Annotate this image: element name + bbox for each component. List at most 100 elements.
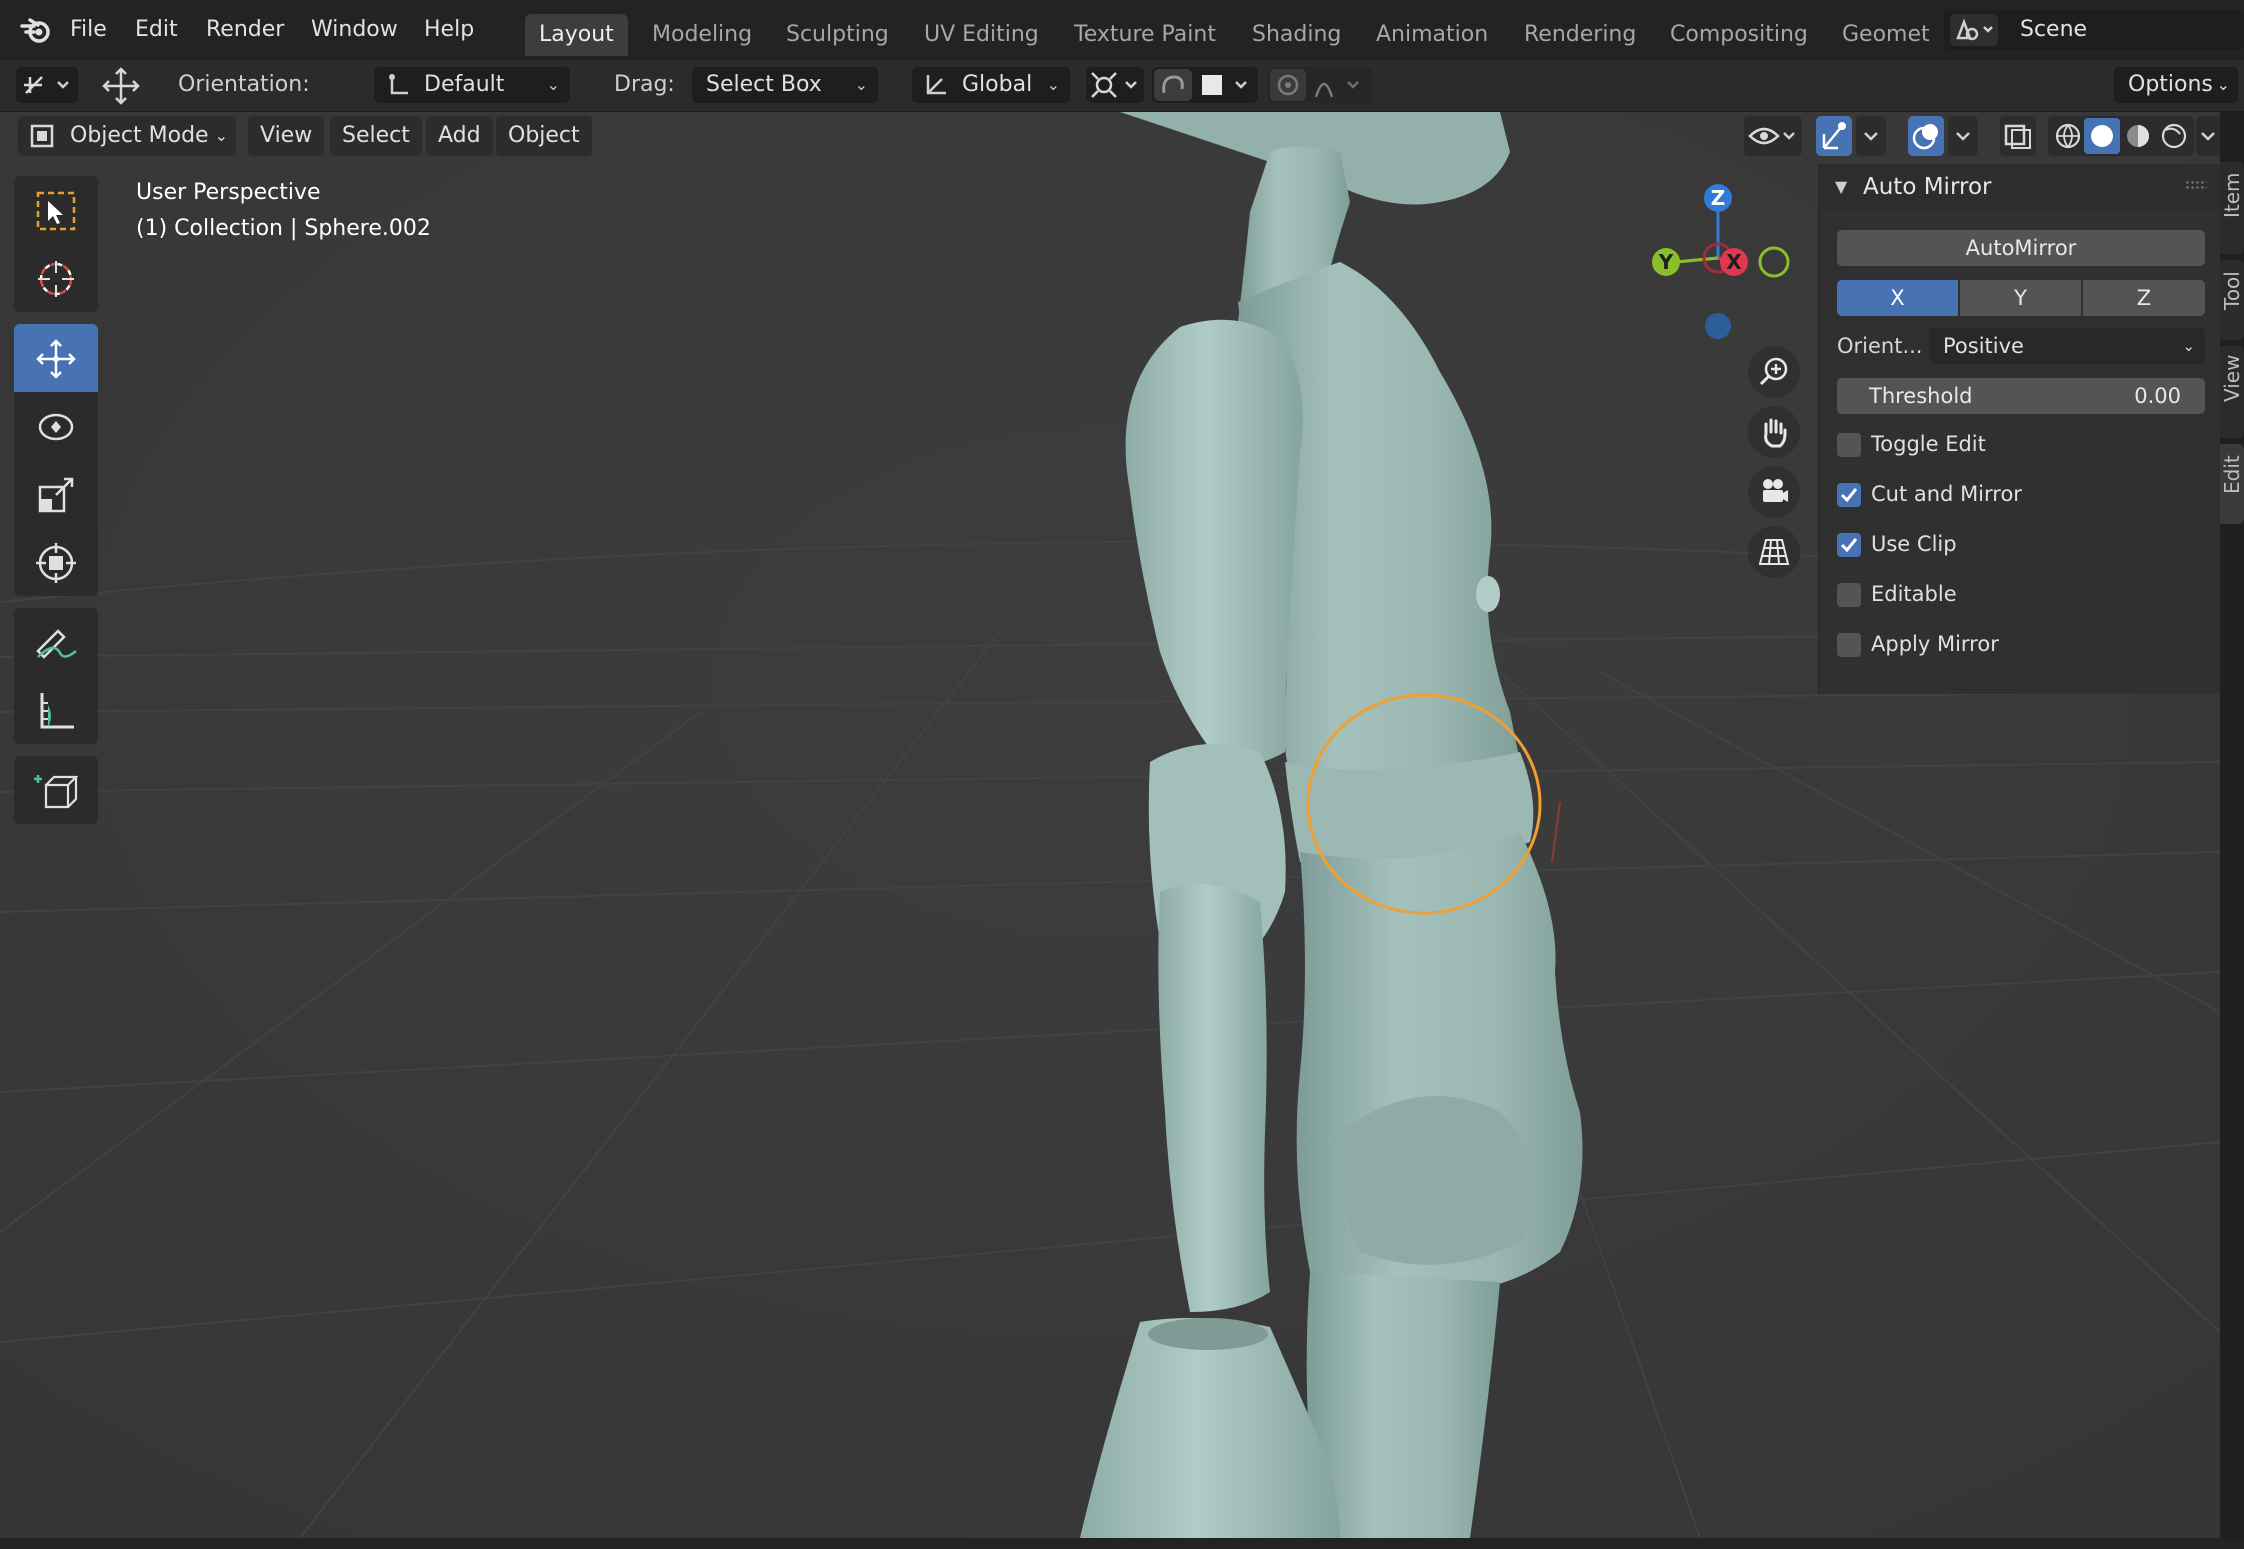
automirror-button[interactable]: AutoMirror [1837, 230, 2205, 266]
overlays-toggle[interactable] [1908, 116, 1944, 156]
checkbox-unchecked-icon[interactable] [1837, 583, 1861, 607]
scale-tool[interactable] [14, 460, 98, 528]
tab-layout[interactable]: Layout [525, 14, 628, 56]
tab-sculpting[interactable]: Sculpting [772, 14, 903, 56]
y-axis-label: Y [1658, 250, 1674, 274]
blender-logo-icon[interactable] [18, 12, 54, 48]
proportional-editing-controls[interactable] [1268, 67, 1372, 103]
measure-icon [40, 693, 74, 729]
transform-orientation-dropdown[interactable]: Global ⌄ [912, 67, 1070, 103]
viewport-menu-object[interactable]: Object [496, 116, 592, 156]
chevron-down-icon: ⌄ [2182, 337, 2195, 355]
menu-edit[interactable]: Edit [135, 0, 178, 60]
zoom-icon [1759, 357, 1788, 386]
orient-dropdown[interactable]: Positive ⌄ [1929, 328, 2205, 364]
checkbox-checked-icon[interactable] [1837, 533, 1861, 557]
panel-title: Auto Mirror [1863, 174, 1992, 200]
gizmo-toggle[interactable] [1816, 116, 1852, 156]
threshold-field[interactable]: Threshold 0.00 [1837, 378, 2205, 414]
transform-orientation-value: Global [962, 72, 1033, 97]
tab-modeling[interactable]: Modeling [638, 14, 766, 56]
viewport-menu-add[interactable]: Add [426, 116, 493, 156]
options-dropdown[interactable]: Options ⌄ [2114, 67, 2238, 103]
editable-label: Editable [1871, 582, 1957, 606]
object-mode-value: Object Mode [70, 123, 209, 148]
orientation-dropdown[interactable]: Default ⌄ [374, 67, 570, 103]
shading-mode-group[interactable] [2048, 116, 2194, 156]
pan-button[interactable] [1748, 406, 1800, 458]
tab-view[interactable]: View [2220, 346, 2244, 438]
scene-name[interactable]: Scene [2020, 10, 2087, 50]
checkbox-checked-icon[interactable] [1837, 483, 1861, 507]
tab-compositing[interactable]: Compositing [1656, 14, 1822, 56]
pivot-point-icon [1091, 72, 1137, 98]
proportional-edit-icon [1270, 69, 1359, 101]
tab-geometry-nodes[interactable]: Geomet [1828, 14, 1940, 56]
transform-tool[interactable] [14, 528, 98, 596]
snapping-controls[interactable] [1152, 67, 1258, 103]
grid-perspective-icon [1758, 539, 1790, 565]
axis-x-button[interactable]: X [1837, 280, 1958, 316]
viewport-menu-select[interactable]: Select [330, 116, 422, 156]
chevron-down-icon: ⌄ [1046, 75, 1060, 94]
tab-edit[interactable]: Edit [2220, 444, 2244, 524]
tab-shading[interactable]: Shading [1238, 14, 1355, 56]
tab-rendering[interactable]: Rendering [1510, 14, 1650, 56]
tab-uv-editing[interactable]: UV Editing [910, 14, 1053, 56]
use-clip-label: Use Clip [1871, 532, 1957, 556]
checkbox-unchecked-icon[interactable] [1837, 633, 1861, 657]
tab-tool[interactable]: Tool [2220, 260, 2244, 340]
menu-file[interactable]: File [70, 0, 107, 60]
gizmo-dropdown[interactable] [1856, 116, 1886, 156]
global-axis-icon [926, 75, 946, 95]
menu-window[interactable]: Window [311, 0, 398, 60]
scale-icon [38, 477, 74, 513]
scene-icon[interactable] [1950, 14, 1998, 46]
move-tool[interactable] [14, 324, 98, 392]
hand-icon [1764, 418, 1787, 448]
menu-render[interactable]: Render [206, 0, 284, 60]
top-bar: File Edit Render Window Help Layout Mode… [0, 0, 2244, 60]
zoom-button[interactable] [1748, 346, 1800, 398]
cut-and-mirror-label: Cut and Mirror [1871, 482, 2022, 506]
collapse-triangle-icon[interactable]: ▼ [1835, 164, 1847, 210]
select-box-tool[interactable] [14, 176, 98, 244]
viewport-menu-view[interactable]: View [248, 116, 325, 156]
shading-dropdown[interactable] [2196, 116, 2220, 156]
checkbox-unchecked-icon[interactable] [1837, 433, 1861, 457]
move-arrows-icon[interactable] [100, 65, 142, 107]
tab-texture-paint[interactable]: Texture Paint [1060, 14, 1230, 56]
annotate-tool[interactable] [14, 608, 98, 676]
cursor-tool[interactable] [14, 244, 98, 312]
orthographic-toggle-button[interactable] [1748, 526, 1800, 578]
tool-icon-dropdown[interactable] [16, 67, 78, 103]
neg-y-axis-icon[interactable] [1758, 246, 1790, 278]
tab-animation[interactable]: Animation [1362, 14, 1502, 56]
neg-z-axis-icon[interactable] [1705, 313, 1731, 339]
axis-z-button[interactable]: Z [2083, 280, 2205, 316]
drag-dropdown[interactable]: Select Box ⌄ [692, 67, 878, 103]
scene-selector[interactable]: Scene [1944, 10, 2244, 50]
tab-item[interactable]: Item [2220, 162, 2244, 254]
tab-edit-label: Edit [2220, 455, 2244, 494]
add-cube-tool[interactable] [14, 756, 98, 824]
overlays-dropdown[interactable] [1948, 116, 1978, 156]
axis-y-button[interactable]: Y [1960, 280, 2081, 316]
measure-tool[interactable] [14, 676, 98, 744]
visibility-dropdown[interactable] [1744, 116, 1802, 156]
rotate-icon [38, 413, 74, 441]
x-axis-label: X [1726, 250, 1742, 274]
pivot-point-dropdown[interactable] [1086, 67, 1144, 103]
camera-view-button[interactable] [1748, 466, 1800, 518]
3d-viewport[interactable]: Object Mode ⌄ View Select Add Object Use… [0, 112, 2220, 1538]
rotate-tool[interactable] [14, 392, 98, 460]
object-mode-dropdown[interactable]: Object Mode ⌄ [18, 116, 236, 156]
menu-help[interactable]: Help [424, 0, 474, 60]
camera-icon [1763, 479, 1788, 502]
panel-header[interactable]: ▼ Auto Mirror [1819, 164, 2220, 210]
xray-toggle[interactable] [2000, 116, 2036, 156]
navigation-gizmo[interactable]: Z Y X [1630, 172, 1810, 352]
drag-grip-icon[interactable] [2185, 180, 2207, 190]
apply-mirror-label: Apply Mirror [1871, 632, 1999, 656]
overlays-icon [1912, 124, 1938, 150]
